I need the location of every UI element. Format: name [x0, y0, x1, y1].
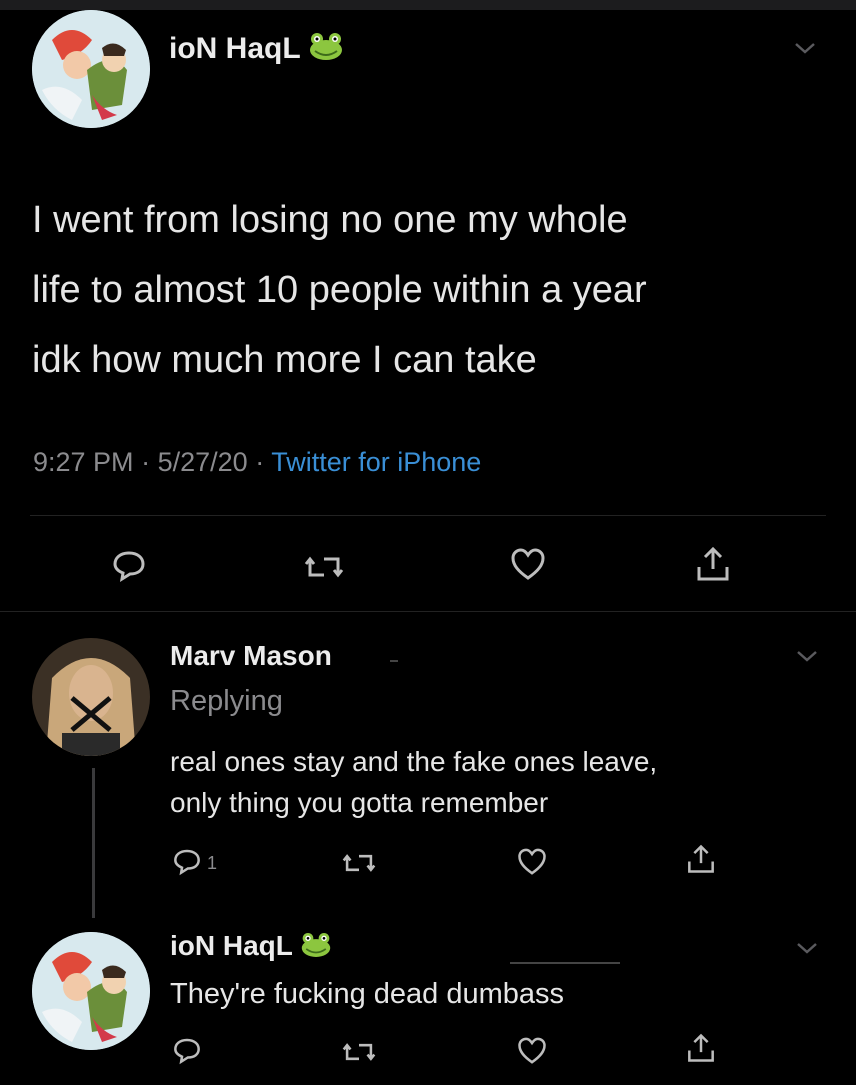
tweet-text-line: idk how much more I can take [32, 339, 537, 381]
top-bar [0, 0, 856, 10]
author-avatar[interactable] [32, 10, 150, 128]
reply-icon[interactable] [111, 547, 147, 583]
tweet-text-line: life to almost 10 people within a year [32, 269, 647, 311]
tweet-text-line: I went from losing no one my whole [32, 199, 628, 241]
tweet-date: 5/27/20 [157, 447, 248, 477]
author-name-text: ioN HaqL [169, 31, 301, 65]
meta-separator: · [255, 447, 265, 477]
reply-text-line: real ones stay and the fake ones leave, [170, 746, 658, 777]
frog-icon [308, 31, 344, 69]
like-icon[interactable] [517, 847, 553, 883]
retweet-icon[interactable] [342, 848, 378, 884]
share-icon[interactable] [695, 545, 731, 581]
thread-line [92, 768, 95, 918]
reply-icon[interactable] [172, 846, 208, 882]
like-icon[interactable] [517, 1036, 553, 1072]
meta-separator: · [141, 447, 151, 477]
author-name[interactable]: ioN HaqL [170, 930, 332, 965]
divider [0, 611, 856, 612]
redacted-mark [510, 962, 620, 964]
tweet-source-link[interactable]: Twitter for iPhone [271, 447, 481, 477]
share-icon[interactable] [686, 843, 722, 879]
author-name-text: ioN HaqL [170, 930, 293, 961]
share-icon[interactable] [686, 1032, 722, 1068]
replier-avatar[interactable] [32, 638, 150, 756]
chevron-down-icon[interactable] [793, 40, 817, 56]
frog-icon [300, 931, 332, 965]
reply-text: real ones stay and the fake ones leave, … [170, 741, 830, 823]
tweet-time: 9:27 PM [33, 447, 134, 477]
replier-name[interactable]: Marv Mason [170, 640, 332, 672]
like-icon[interactable] [510, 547, 546, 583]
reply-icon[interactable] [172, 1035, 208, 1071]
reply-text: They're fucking dead dumbass [170, 978, 565, 1010]
redacted-mark [390, 660, 398, 662]
replying-label: Replying [170, 685, 283, 717]
retweet-icon[interactable] [342, 1037, 378, 1073]
tweet-text: I went from losing no one my whole life … [32, 185, 832, 395]
chevron-down-icon[interactable] [795, 648, 819, 664]
author-name[interactable]: ioN HaqL [169, 31, 344, 69]
reply-count: 1 [207, 853, 218, 873]
retweet-icon[interactable] [304, 550, 344, 586]
chevron-down-icon[interactable] [795, 940, 819, 956]
author-avatar[interactable] [32, 932, 150, 1050]
tweet-meta: 9:27 PM · 5/27/20 · Twitter for iPhone [33, 447, 481, 478]
divider [30, 515, 826, 516]
reply-text-line: only thing you gotta remember [170, 787, 549, 818]
